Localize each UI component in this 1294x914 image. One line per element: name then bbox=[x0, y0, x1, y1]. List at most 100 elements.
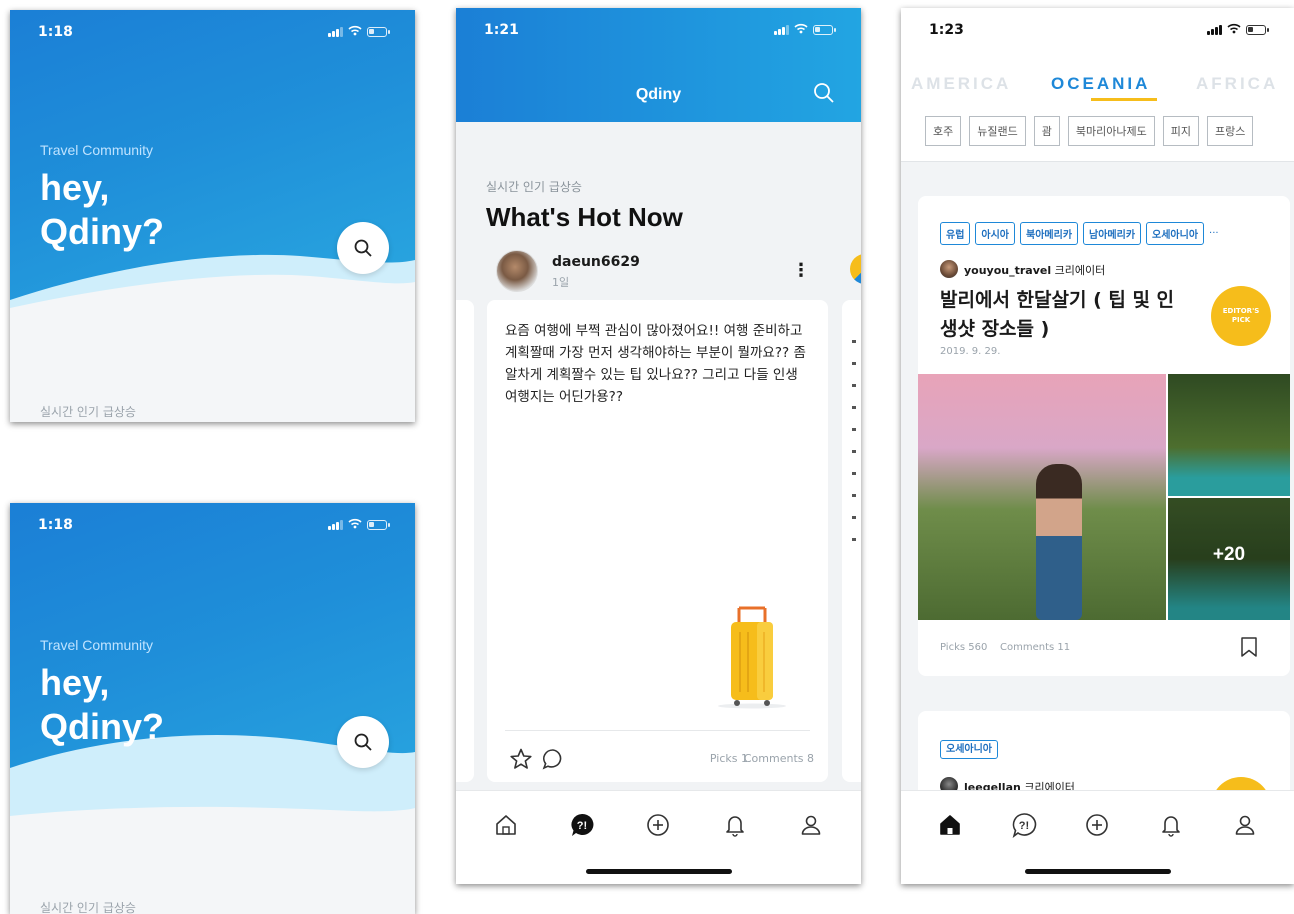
status-time: 1:21 bbox=[484, 22, 519, 38]
post-username[interactable]: daeun6629 bbox=[552, 254, 640, 270]
more-photos-count: +20 bbox=[1212, 544, 1246, 565]
post-card[interactable]: 요즘 여행에 부쩍 관심이 많아졌어요!! 여행 준비하고 계획짤때 가장 먼저… bbox=[487, 300, 828, 782]
author-avatar[interactable] bbox=[940, 260, 958, 278]
wifi-icon bbox=[348, 25, 362, 39]
section-title: What's Hot Now bbox=[486, 202, 683, 232]
browse-screen: 1:23 AMERICA OCEANIA AFRICA 호주 뉴질랜드 괌 북마… bbox=[901, 8, 1294, 884]
wifi-icon bbox=[794, 23, 808, 37]
chip-france[interactable]: 프랑스 bbox=[1206, 116, 1254, 146]
author-name: youyou_travel bbox=[964, 264, 1052, 277]
signal-icon bbox=[1207, 25, 1222, 35]
battery-icon bbox=[813, 25, 836, 35]
badge-line1: EDITOR'S bbox=[1222, 307, 1260, 315]
post-body: 요즘 여행에 부쩍 관심이 많아졌어요!! 여행 준비하고 계획짤때 가장 먼저… bbox=[505, 323, 806, 405]
tag[interactable]: 오세아니아 bbox=[940, 740, 998, 759]
svg-text:?!: ?! bbox=[577, 820, 587, 832]
header-search-button[interactable] bbox=[813, 82, 835, 108]
author-line[interactable]: youyou_travel 크리에이터 bbox=[964, 262, 1105, 278]
tagline: Travel Community bbox=[40, 637, 154, 653]
post-title[interactable]: 발리에서 한달살기 ( 팁 및 인 생샷 장소들 ) bbox=[940, 286, 1200, 344]
comment-icon[interactable] bbox=[541, 747, 565, 775]
search-button[interactable] bbox=[337, 716, 389, 768]
next-avatar-peek bbox=[850, 254, 861, 284]
more-tags[interactable]: ··· bbox=[1209, 228, 1219, 239]
comments-count[interactable]: Comments 8 bbox=[744, 752, 814, 765]
post-card[interactable]: 유럽 아시아 북아메리카 남아메리카 오세아니아 ··· youyou_trav… bbox=[918, 196, 1290, 676]
suitcase-illustration bbox=[718, 606, 786, 709]
profile-icon[interactable] bbox=[791, 807, 831, 843]
tag[interactable]: 유럽 bbox=[940, 222, 971, 245]
tag[interactable]: 오세아니아 bbox=[1146, 222, 1205, 245]
signal-icon bbox=[774, 25, 789, 35]
home-icon[interactable] bbox=[930, 807, 970, 843]
post-date: 2019. 9. 29. bbox=[940, 346, 1001, 357]
thumbnail-photo-more[interactable]: +20 bbox=[1168, 498, 1290, 620]
search-icon bbox=[354, 239, 372, 257]
editors-pick-badge: EDITOR'S PICK bbox=[1211, 286, 1271, 346]
add-icon[interactable] bbox=[1077, 807, 1117, 843]
tab-oceania[interactable]: OCEANIA bbox=[1051, 74, 1150, 94]
feed-screen: 1:21 Qdiny 실시간 인기 급상승 What's Hot Now dae… bbox=[456, 8, 861, 884]
tab-america[interactable]: AMERICA bbox=[911, 74, 1011, 94]
divider bbox=[505, 730, 810, 731]
home-icon[interactable] bbox=[486, 807, 526, 843]
headline-line2: Qdiny? bbox=[40, 211, 164, 252]
bell-icon[interactable] bbox=[715, 807, 755, 843]
headline-line1: hey, bbox=[40, 662, 110, 703]
section-label: 실시간 인기 급상승 bbox=[40, 901, 136, 914]
status-icons bbox=[328, 518, 390, 532]
wifi-icon bbox=[348, 518, 362, 532]
country-chips: 호주 뉴질랜드 괌 북마리아나제도 피지 프랑스 bbox=[925, 116, 1254, 146]
qna-icon[interactable]: ?! bbox=[1004, 807, 1044, 843]
post-title-line1: 발리에서 한달살기 ( 팁 및 인 bbox=[940, 289, 1175, 311]
signal-icon bbox=[328, 520, 343, 530]
headline-line2: Qdiny? bbox=[40, 706, 164, 747]
comments-count[interactable]: Comments 11 bbox=[1000, 642, 1070, 653]
home-indicator bbox=[585, 869, 732, 874]
chip-australia[interactable]: 호주 bbox=[925, 116, 962, 146]
tag[interactable]: 아시아 bbox=[975, 222, 1016, 245]
status-icons bbox=[328, 25, 390, 39]
next-card-peek[interactable] bbox=[842, 300, 861, 782]
status-icons bbox=[1207, 23, 1269, 37]
picks-count: Picks 560 bbox=[940, 642, 988, 653]
home-indicator bbox=[1024, 869, 1171, 874]
search-icon bbox=[354, 733, 372, 751]
star-icon[interactable] bbox=[509, 747, 533, 775]
more-options-button[interactable]: ⋮ bbox=[792, 260, 810, 281]
status-bar: 1:23 bbox=[901, 8, 1294, 52]
search-icon bbox=[814, 83, 834, 103]
tag[interactable]: 남아메리카 bbox=[1083, 222, 1142, 245]
tag[interactable]: 북아메리카 bbox=[1020, 222, 1079, 245]
chip-fiji[interactable]: 피지 bbox=[1162, 116, 1199, 146]
splash-screen-bottom: 1:18 Travel Community hey, Qdiny? 실시간 인기… bbox=[10, 503, 415, 914]
qna-icon[interactable]: ?! bbox=[562, 807, 602, 843]
author-role: 크리에이터 bbox=[1054, 264, 1106, 277]
previous-card-peek[interactable] bbox=[456, 300, 474, 782]
bell-icon[interactable] bbox=[1151, 807, 1191, 843]
status-icons bbox=[774, 23, 836, 37]
add-icon[interactable] bbox=[638, 807, 678, 843]
status-bar: 1:21 bbox=[456, 8, 861, 52]
status-time: 1:18 bbox=[38, 517, 73, 533]
avatar[interactable] bbox=[496, 250, 538, 292]
chip-northern-mariana[interactable]: 북마리아나제도 bbox=[1067, 116, 1155, 146]
wifi-icon bbox=[1227, 23, 1241, 37]
svg-text:?!: ?! bbox=[1018, 820, 1028, 832]
signal-icon bbox=[328, 27, 343, 37]
app-title: Qdiny bbox=[635, 86, 682, 103]
chip-guam[interactable]: 괌 bbox=[1033, 116, 1060, 146]
status-bar: 1:18 bbox=[10, 503, 415, 547]
active-tab-indicator bbox=[1091, 98, 1157, 101]
search-button[interactable] bbox=[337, 222, 389, 274]
thumbnail-photo[interactable] bbox=[1168, 374, 1290, 496]
battery-icon bbox=[367, 27, 390, 37]
post-age: 1일 bbox=[552, 276, 570, 289]
main-photo[interactable] bbox=[918, 374, 1166, 620]
profile-icon[interactable] bbox=[1225, 807, 1265, 843]
post-title-line2: 생샷 장소들 ) bbox=[940, 318, 1050, 340]
bottom-nav: ?! bbox=[456, 790, 861, 884]
tab-africa[interactable]: AFRICA bbox=[1196, 74, 1278, 94]
bookmark-icon[interactable] bbox=[1240, 636, 1258, 662]
chip-new-zealand[interactable]: 뉴질랜드 bbox=[969, 116, 1026, 146]
